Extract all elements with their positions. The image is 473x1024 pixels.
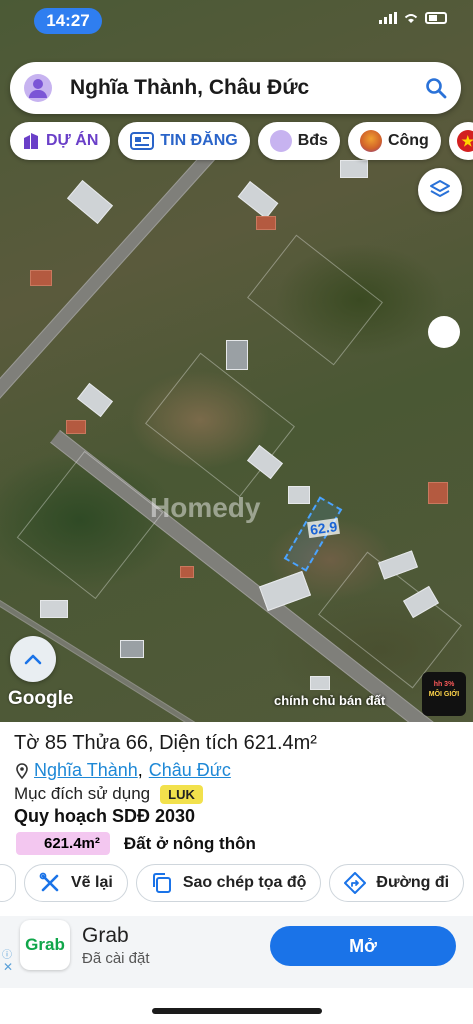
building [30,270,52,286]
chip-label: Công [387,132,429,149]
user-avatar-icon [269,130,292,152]
expand-panel-button[interactable] [10,636,56,682]
filter-chips: DỰ ÁN TIN ĐĂNG Bđs Công ★ [10,122,473,160]
search-icon[interactable] [425,77,447,99]
chip-bds[interactable]: Bđs [257,122,340,160]
plot-boundary [247,234,383,366]
map-control-dot[interactable] [428,316,460,348]
copy-icon [152,873,171,893]
copy-coordinates-button[interactable]: Sao chép tọa độ [135,864,322,902]
signal-icon [379,12,397,24]
building [288,486,310,504]
plot-info-panel: Tờ 85 Thửa 66, Diện tích 621.4m² Nghĩa T… [0,722,473,1024]
chip-label: TIN ĐĂNG [160,132,238,149]
chip-du-an[interactable]: DỰ ÁN [10,122,111,160]
building [77,382,113,418]
building [310,676,330,690]
district-link[interactable]: Châu Đức [149,760,231,781]
chip-label: DỰ ÁN [46,132,99,149]
status-icons [379,12,447,24]
purpose-label: Mục đích sử dụng [14,784,151,803]
broker-label: MÔI GIỚI [428,691,460,698]
plan-area-badge: 621.4m² [16,832,110,855]
tools-icon [39,872,59,892]
reset-label: Vẽ lại [71,874,113,891]
user-avatar-icon[interactable] [24,74,52,102]
google-logo: Google [8,688,74,709]
plot-boundary [16,450,164,600]
copy-coordinates-label: Sao chép tọa độ [182,874,307,891]
location-separator: , [137,760,143,780]
building [256,216,276,230]
listing-icon [130,132,155,150]
wifi-icon [404,14,418,23]
broker-badge[interactable]: hh 3% MÔI GIỚI [422,672,466,716]
watermark: Homedy [150,492,261,523]
home-indicator[interactable] [152,1008,322,1014]
building [226,340,248,370]
purpose-row: Mục đích sử dụng LUK [14,784,203,804]
map-caption: chính chủ bán đất [274,693,386,708]
ward-link[interactable]: Nghĩa Thành [34,760,138,781]
ad-subtitle: Đã cài đặt [82,950,150,967]
ad-close-icon[interactable]: ✕ [3,960,13,974]
chip-tin-dang[interactable]: TIN ĐĂNG [118,122,250,160]
building [66,420,86,434]
broker-percent: hh 3% [433,681,455,688]
battery-icon [425,12,447,24]
reset-button[interactable]: Vẽ lại [24,864,128,902]
ad-open-button[interactable]: Mở [270,926,456,966]
redraw-button[interactable] [0,864,16,902]
chip-label: Bđs [297,132,328,149]
directions-label: Đường đi [376,874,450,891]
chip-flag[interactable]: ★ [448,122,473,160]
ad-banner[interactable]: ⓘ ✕ Grab Grab Đã cài đặt Mở [0,916,473,988]
action-row: Vẽ lại Sao chép tọa độ Đường đi [0,864,473,902]
plot-dimension-label: 62.9 [307,517,341,539]
plan-row: 621.4m² Đất ở nông thôn [16,832,256,855]
location-row: Nghĩa Thành, Châu Đức [16,760,231,781]
ad-title: Grab [82,924,129,947]
plan-title: Quy hoạch SDĐ 2030 [14,806,196,826]
building [120,640,144,658]
chevron-up-icon [24,654,42,665]
location-pin-icon [16,762,28,779]
status-time: 14:27 [34,8,102,34]
building [66,179,114,225]
plan-land-type: Đất ở nông thôn [123,833,256,853]
search-input[interactable]: Nghĩa Thành, Châu Đức [70,76,425,100]
directions-icon [344,872,367,894]
layers-button[interactable] [418,168,462,212]
building [428,482,448,504]
directions-button[interactable]: Đường đi [329,864,465,902]
building [180,566,194,578]
plot-title: Tờ 85 Thửa 66, Diện tích 621.4m² [14,732,317,754]
building [40,600,68,618]
search-bar[interactable]: Nghĩa Thành, Châu Đức [10,62,461,114]
building-icon [24,133,38,149]
grab-logo: Grab [20,920,70,970]
satellite-map[interactable]: Homedy 62.9 14:27 Nghĩa Thành, Châu Đức … [0,0,473,722]
layers-icon [430,180,450,197]
building [237,181,279,219]
land-use-code-badge: LUK [160,784,203,804]
ad-info-icon[interactable]: ⓘ [2,946,12,961]
cong-icon [359,130,382,152]
vietnam-flag-icon: ★ [456,130,473,152]
chip-cong[interactable]: Công [347,122,441,160]
building [340,160,368,178]
